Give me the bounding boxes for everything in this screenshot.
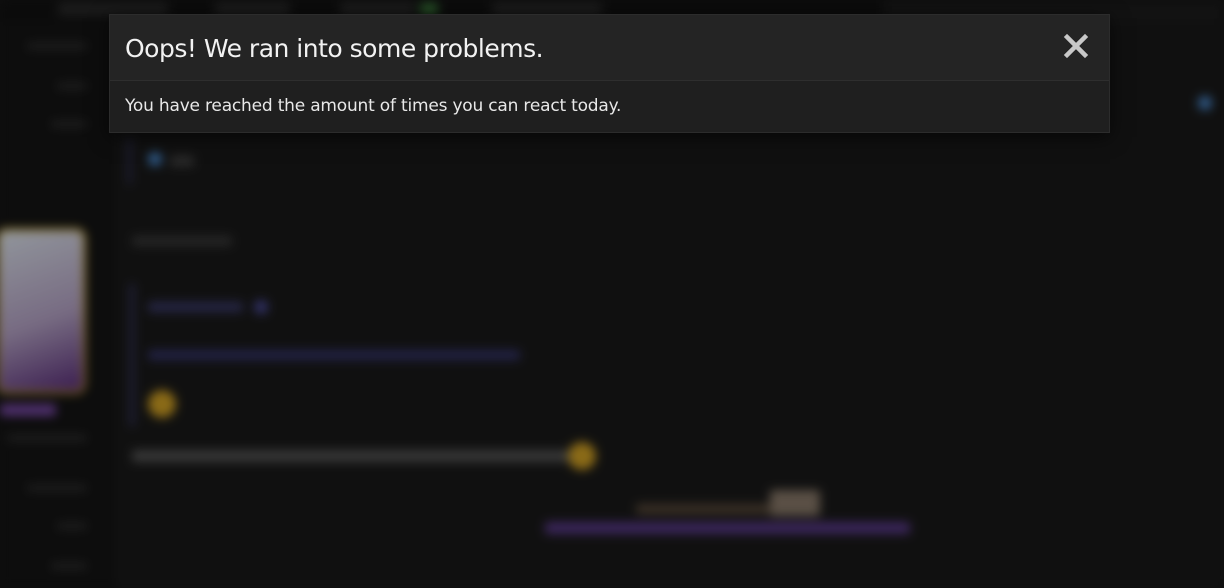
dialog-header: Oops! We ran into some problems. (110, 15, 1109, 81)
dialog-message: You have reached the amount of times you… (125, 96, 622, 116)
close-icon[interactable] (1063, 33, 1089, 59)
dialog-title: Oops! We ran into some problems. (125, 34, 544, 63)
error-dialog: Oops! We ran into some problems. You hav… (109, 14, 1110, 133)
